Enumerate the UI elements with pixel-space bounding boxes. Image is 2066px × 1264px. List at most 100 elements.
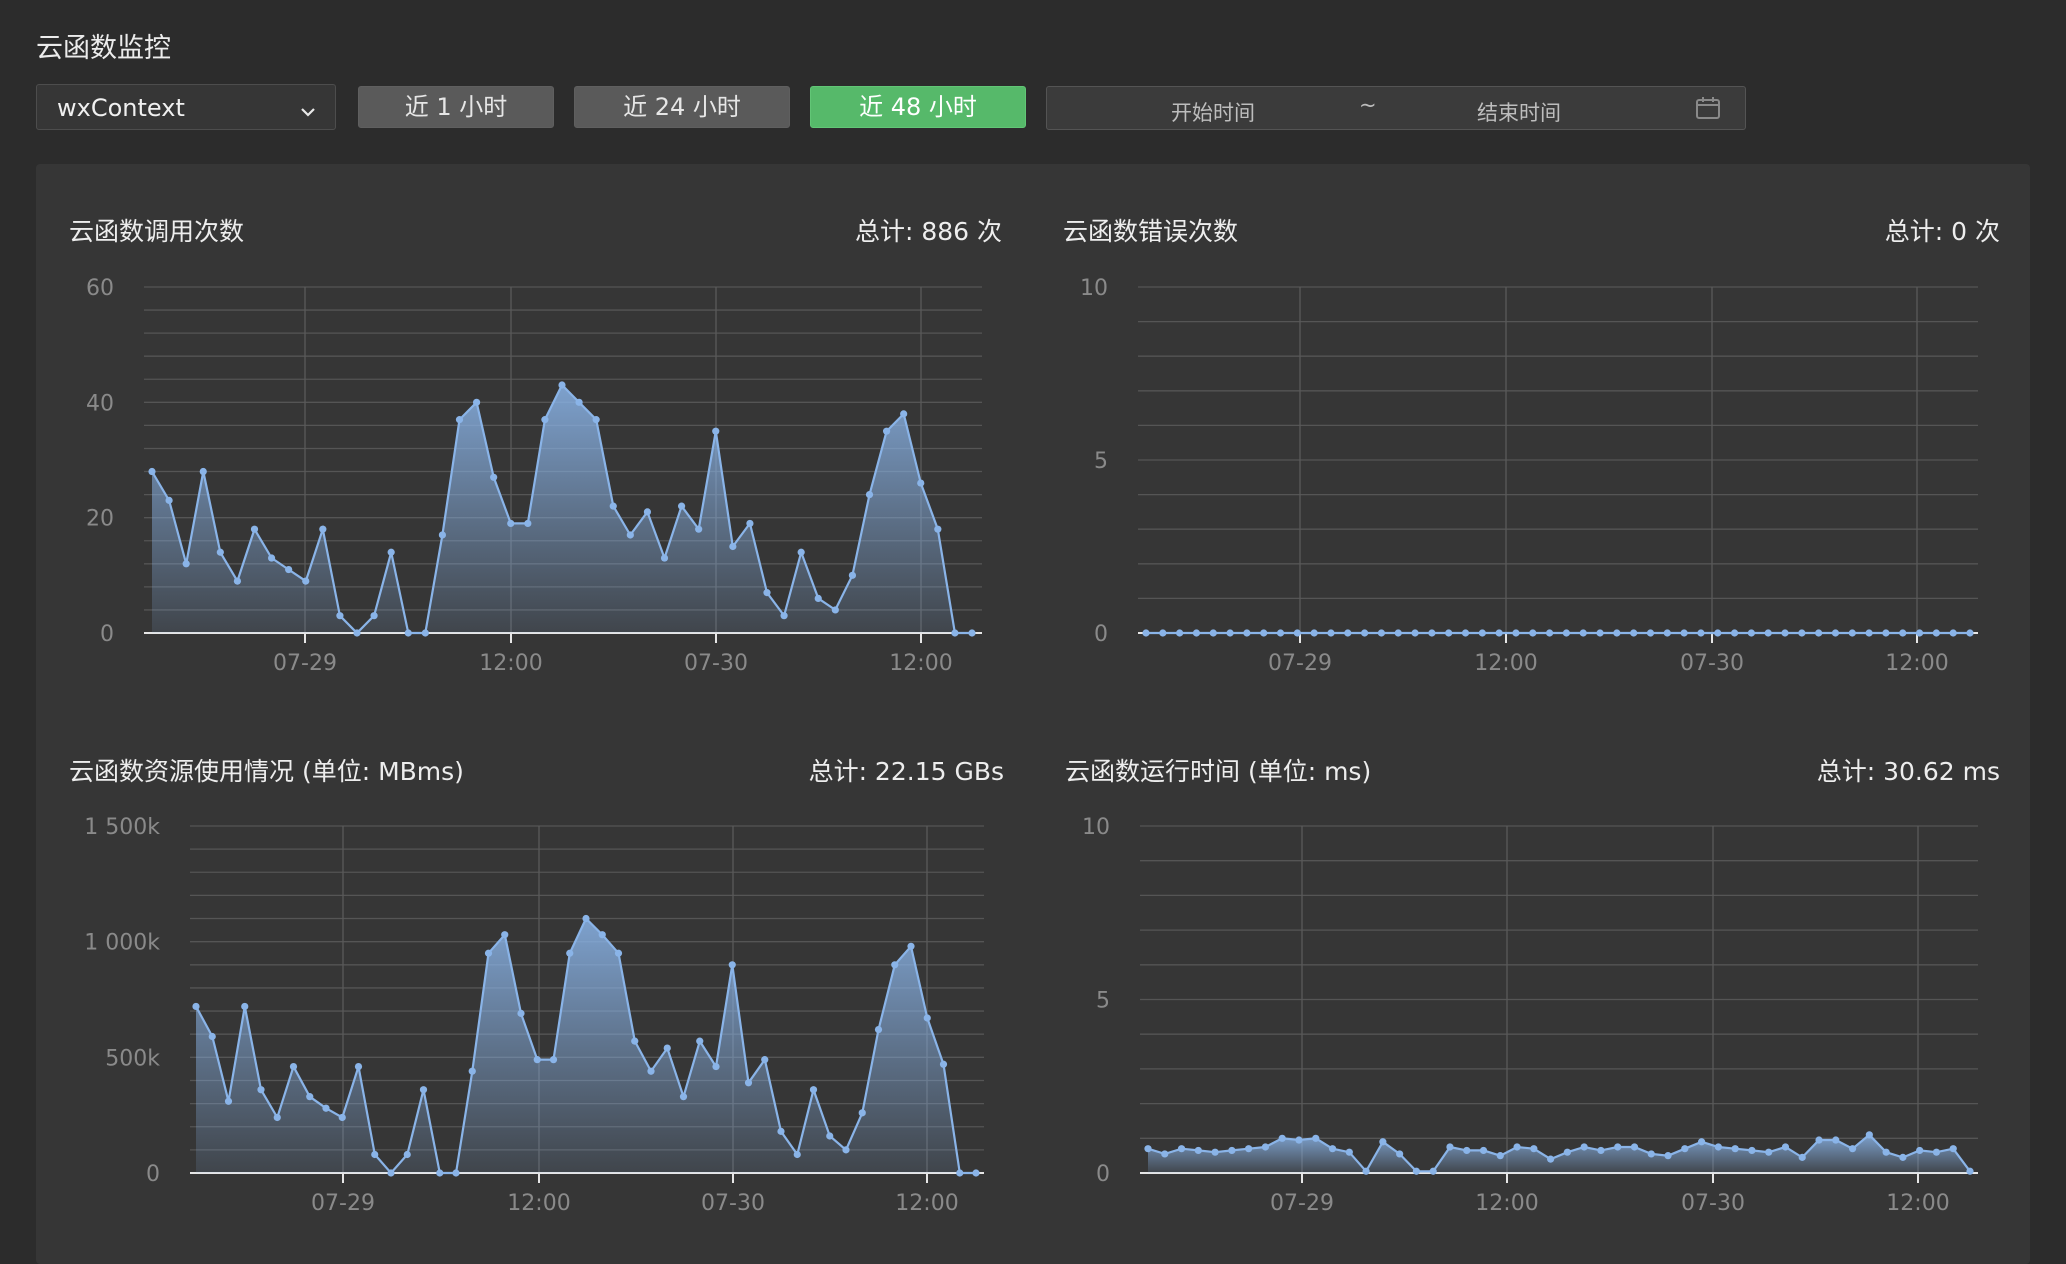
chart-run-time-point [1194, 1146, 1202, 1155]
chart-errors-point [1276, 629, 1285, 637]
chart-invocations-point [660, 554, 669, 562]
chart-errors-point [1596, 629, 1604, 637]
chart-run-time-point [1697, 1138, 1706, 1146]
chart-invocations-point [729, 542, 737, 551]
chart-invocations-point [165, 496, 173, 504]
chart-run-time-point [1899, 1153, 1907, 1161]
chart-resource-usage-point [273, 1113, 281, 1122]
chart-resource-usage-point [923, 1014, 931, 1022]
chart-resource-usage-y-tick-label: 0 [146, 1162, 160, 1187]
chart-run-time-point [1245, 1145, 1253, 1153]
chart-errors-y-tick-label: 10 [1080, 276, 1108, 301]
chart-errors-point [1310, 629, 1318, 637]
chart-run-time-point [1312, 1134, 1320, 1142]
chart-invocations-point [609, 502, 617, 510]
chart-run-time-point [1295, 1136, 1303, 1144]
chart-resource-usage-point [419, 1086, 428, 1094]
chart-resource-usage-point [647, 1067, 655, 1075]
chart-resource-usage-point [761, 1056, 769, 1064]
chart-invocations-point [712, 427, 720, 435]
chart-run-time-point [1211, 1148, 1219, 1156]
chart-run-time-y-tick-label: 5 [1096, 989, 1110, 1014]
chart-errors-point [1613, 629, 1621, 637]
chart-errors-point [1899, 629, 1907, 637]
chart-run-time-x-tick-label: 12:00 [1886, 1191, 1949, 1216]
chart-invocations-point [643, 508, 652, 516]
chart-invocations-point [865, 491, 874, 499]
chart-resource-usage-point [484, 949, 493, 957]
chart-resource-usage-point [939, 1060, 948, 1068]
chart-errors-point [1209, 629, 1217, 637]
chart-invocations-point [199, 467, 207, 476]
chart-resource-usage-point [744, 1079, 753, 1087]
chart-resource-usage-point [208, 1032, 216, 1041]
chart-errors-point [1714, 629, 1722, 637]
chart-run-time-y-tick-label: 10 [1082, 815, 1110, 840]
chart-resource-usage-point [501, 931, 509, 939]
chart-run-time-point [1714, 1143, 1722, 1151]
chart-errors-point [1915, 629, 1924, 637]
chart-invocations-point [831, 606, 839, 614]
chart-invocations-x-tick-label: 12:00 [889, 651, 952, 676]
chart-resource-usage-point [468, 1067, 476, 1075]
chart-run-time-point [1664, 1152, 1672, 1160]
chart-invocations-point [421, 629, 429, 637]
chart-run-time-point [1513, 1143, 1521, 1151]
chart-errors-point [1243, 629, 1251, 637]
chart-run-time-point [1932, 1148, 1941, 1156]
chart-run-time-point [1429, 1167, 1437, 1175]
chart-resource-usage-point [696, 1037, 704, 1045]
chart-errors-point [1142, 629, 1150, 637]
chart-invocations-point [797, 548, 805, 556]
chart-invocations-point [148, 467, 156, 476]
chart-invocations-point [285, 565, 293, 574]
chart-run-time-point [1597, 1146, 1605, 1155]
chart-invocations-point [524, 519, 532, 528]
chart-run-time-point [1496, 1152, 1504, 1160]
chart-resource-usage-point [582, 914, 590, 923]
chart-invocations-point [472, 398, 481, 406]
chart-invocations-point [353, 629, 361, 637]
chart-resource-usage-point [289, 1062, 298, 1071]
chart-errors-point [1932, 629, 1940, 637]
chart-errors-point [1159, 629, 1167, 637]
chart-errors-point [1545, 629, 1554, 637]
chart-run-time-point [1647, 1150, 1655, 1158]
chart-invocations-point [900, 410, 908, 418]
chart-invocations-point [934, 525, 942, 533]
chart-invocations-point [404, 629, 412, 637]
chart-errors-point [1579, 629, 1587, 637]
chart-run-time-point [1781, 1143, 1790, 1151]
chart-resource-usage-point [891, 961, 899, 969]
chart-errors-point [1764, 629, 1772, 637]
chart-errors-x-tick-label: 12:00 [1885, 651, 1948, 676]
chart-errors-point [1831, 629, 1840, 637]
chart-run-time-point [1916, 1146, 1924, 1155]
chart-resource-usage-point [858, 1109, 866, 1117]
chart-errors-y-tick-label: 5 [1094, 449, 1108, 474]
chart-invocations-point [387, 548, 395, 556]
chart-invocations-area [152, 385, 972, 633]
charts-svg: 0 20 40 60 07-29 12:00 07-30 12:00 0 5 10 07-29 12:0… [84, 276, 1978, 1216]
chart-invocations-point [626, 531, 634, 539]
chart-errors-point [1512, 629, 1520, 637]
chart-invocations-point [882, 427, 891, 435]
chart-run-time-point [1630, 1143, 1639, 1151]
chart-invocations-point [319, 525, 327, 533]
chart-run-time-point [1681, 1145, 1689, 1153]
chart-resource-usage-point [614, 949, 623, 957]
chart-errors-point [1798, 629, 1806, 637]
chart-invocations-point [541, 416, 549, 424]
chart-errors-point [1293, 629, 1301, 637]
chart-resource-usage-point [517, 1009, 525, 1017]
chart-errors-point [1445, 629, 1453, 637]
chart-resource-usage-point [712, 1062, 720, 1071]
chart-errors-point [1781, 629, 1789, 637]
chart-errors-point [1815, 629, 1823, 637]
chart-resource-usage-point [322, 1104, 330, 1112]
chart-errors-point [1226, 629, 1234, 637]
chart-errors-point [1495, 629, 1503, 637]
chart-run-time-point [1832, 1136, 1840, 1144]
chart-resource-usage-point [533, 1056, 541, 1064]
chart-run-time-point [1865, 1131, 1873, 1139]
